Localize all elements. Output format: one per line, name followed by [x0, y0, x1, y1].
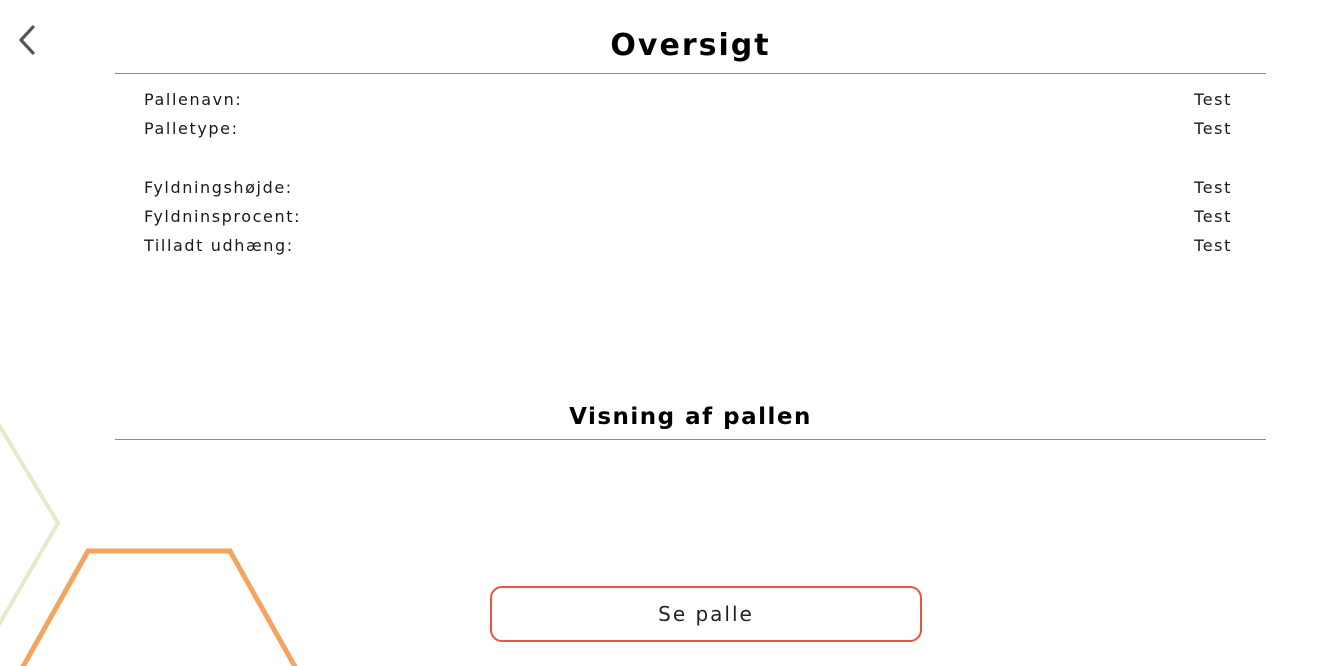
info-value: Test: [1194, 207, 1232, 226]
info-value: Test: [1194, 119, 1232, 138]
see-pallet-button-label: Se palle: [658, 602, 754, 626]
back-button[interactable]: [10, 22, 44, 58]
info-row-fyldninsprocent: Fyldninsprocent: Test: [144, 207, 1232, 226]
info-value: Test: [1194, 90, 1232, 109]
see-pallet-button[interactable]: Se palle: [490, 586, 922, 642]
info-row-palletype: Palletype: Test: [144, 119, 1232, 138]
info-row-fyldningshojde: Fyldningshøjde: Test: [144, 178, 1232, 197]
chevron-left-icon: [19, 25, 35, 55]
info-label: Pallenavn:: [144, 90, 243, 109]
page-title: Oversigt: [610, 28, 771, 63]
info-label: Fyldningshøjde:: [144, 178, 293, 197]
pale-hexagon-outline: [0, 422, 61, 627]
info-row-tilladt-udhaeng: Tilladt udhæng: Test: [144, 236, 1232, 255]
info-row-pallenavn: Pallenavn: Test: [144, 90, 1232, 109]
info-label: Fyldninsprocent:: [144, 207, 302, 226]
overview-page: Oversigt Pallenavn: Test Palletype: Test…: [0, 0, 1318, 666]
orange-hexagon-outline: [20, 548, 298, 666]
info-value: Test: [1194, 178, 1232, 197]
info-label: Tilladt udhæng:: [144, 236, 294, 255]
view-section-title: Visning af pallen: [569, 404, 812, 430]
title-divider: [115, 73, 1266, 74]
info-label: Palletype:: [144, 119, 239, 138]
view-divider: [115, 439, 1266, 440]
info-value: Test: [1194, 236, 1232, 255]
